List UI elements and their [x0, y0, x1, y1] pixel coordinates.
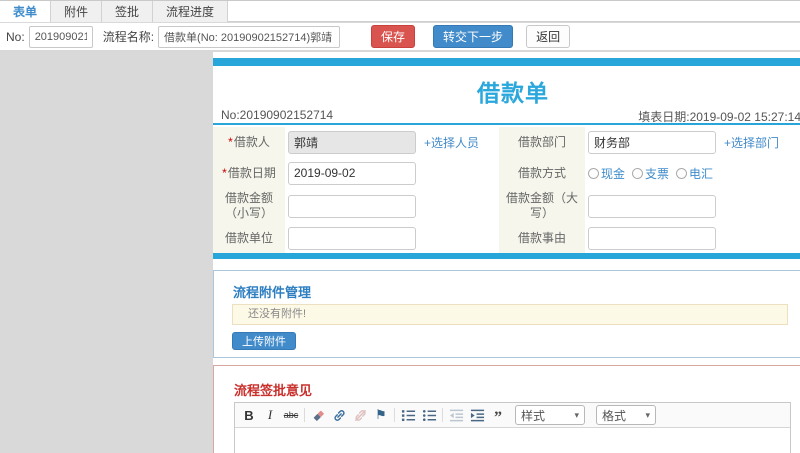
upload-attachment-button[interactable]: 上传附件 [232, 332, 296, 350]
form-table: *借款人 +选择人员 借款部门 +选择部门 *借款日期 借款方式 [213, 127, 800, 253]
editor-toolbar: B I abc ⚑ ” 样式 ▾ 格式 ▾ [235, 403, 790, 428]
loan-method-label: 借款方式 [499, 158, 585, 188]
tab-approval[interactable]: 签批 [102, 1, 154, 22]
back-button[interactable]: 返回 [526, 25, 571, 48]
department-label: 借款部门 [499, 127, 585, 158]
amount-upper-label: 借款金额（大写） [499, 188, 585, 224]
select-person-link[interactable]: +选择人员 [424, 134, 479, 151]
loan-date-input[interactable] [288, 161, 416, 185]
amount-lower-input[interactable] [288, 194, 416, 218]
link-icon[interactable] [331, 407, 347, 423]
toolbar-separator [304, 408, 305, 422]
approval-section: 流程签批意见 B I abc ⚑ ” 样式 ▾ 格式 ▾ [213, 365, 800, 453]
loan-reason-label: 借款事由 [499, 224, 585, 253]
toolbar-separator [442, 408, 443, 422]
loan-unit-input[interactable] [288, 227, 416, 250]
blockquote-icon[interactable]: ” [490, 407, 506, 426]
format-dropdown[interactable]: 格式 ▾ [596, 405, 656, 425]
editor-text-area[interactable] [235, 428, 790, 453]
no-attachments-notice: 还没有附件! [232, 304, 788, 325]
loan-reason-input[interactable] [588, 227, 716, 250]
unlink-icon[interactable] [352, 407, 368, 423]
no-label: No: [6, 29, 25, 44]
bulleted-list-icon[interactable] [421, 407, 437, 423]
strikethrough-icon[interactable]: abc [283, 407, 299, 423]
chevron-down-icon: ▾ [645, 409, 650, 420]
no-input[interactable] [28, 25, 93, 48]
anchor-icon[interactable]: ⚑ [373, 407, 389, 423]
form-panel: 借款单 No:20190902152714 填表日期:2019-09-02 15… [213, 52, 800, 453]
radio-cash[interactable]: 现金 [588, 165, 625, 182]
borrower-field: +选择人员 [285, 127, 499, 158]
tab-form[interactable]: 表单 [0, 1, 52, 22]
styles-dropdown[interactable]: 样式 ▾ [515, 405, 585, 425]
toolbar-separator [394, 408, 395, 422]
outdent-icon[interactable] [448, 407, 464, 423]
department-input[interactable] [588, 131, 716, 154]
page: 表单 附件 签批 流程进度 No: 流程名称: 保存 转交下一步 返回 借款单 … [0, 0, 800, 453]
toolbar: No: 流程名称: 保存 转交下一步 返回 [0, 23, 800, 51]
save-button[interactable]: 保存 [371, 25, 416, 48]
amount-lower-field [285, 188, 499, 224]
rich-text-editor: B I abc ⚑ ” 样式 ▾ 格式 ▾ [234, 402, 791, 453]
radio-wire-transfer[interactable]: 电汇 [676, 165, 713, 182]
page-title: 借款单 [477, 80, 549, 106]
radio-cheque-icon[interactable] [632, 167, 644, 179]
process-name-label: 流程名称: [102, 30, 155, 44]
tab-attachments[interactable]: 附件 [51, 1, 103, 22]
bottom-accent-bar [213, 253, 800, 259]
approval-section-title: 流程签批意见 [234, 383, 313, 398]
loan-method-field: 现金 支票 电汇 [585, 158, 800, 188]
header-rule [213, 123, 800, 125]
loan-unit-label: 借款单位 [213, 224, 285, 253]
indent-icon[interactable] [469, 407, 485, 423]
top-accent-bar [213, 58, 800, 66]
select-department-link[interactable]: +选择部门 [724, 134, 779, 151]
amount-upper-field [585, 188, 800, 224]
radio-wire-transfer-icon[interactable] [676, 167, 688, 179]
chevron-down-icon: ▾ [574, 409, 579, 420]
remove-format-icon[interactable] [310, 407, 326, 423]
loan-reason-field [585, 224, 800, 253]
tab-bar: 表单 附件 签批 流程进度 [0, 0, 800, 22]
italic-icon[interactable]: I [262, 407, 278, 423]
attachment-section: 流程附件管理 还没有附件! 上传附件 [213, 270, 800, 358]
loan-date-label: *借款日期 [213, 158, 285, 188]
loan-method-radio-group: 现金 支票 电汇 [588, 165, 713, 182]
numbered-list-icon[interactable] [400, 407, 416, 423]
attachment-section-title: 流程附件管理 [233, 285, 312, 300]
radio-cheque[interactable]: 支票 [632, 165, 669, 182]
amount-upper-input[interactable] [588, 194, 716, 218]
next-step-button[interactable]: 转交下一步 [433, 25, 514, 48]
borrower-label: *借款人 [213, 127, 285, 158]
bold-icon[interactable]: B [241, 407, 257, 423]
department-field: +选择部门 [585, 127, 800, 158]
loan-unit-field [285, 224, 499, 253]
process-name-input[interactable] [158, 25, 341, 48]
radio-cash-icon[interactable] [588, 167, 599, 179]
amount-lower-label: 借款金额（小写） [213, 188, 285, 224]
loan-date-field [285, 158, 499, 188]
tab-process-progress[interactable]: 流程进度 [153, 1, 229, 22]
borrower-input[interactable] [288, 131, 416, 154]
